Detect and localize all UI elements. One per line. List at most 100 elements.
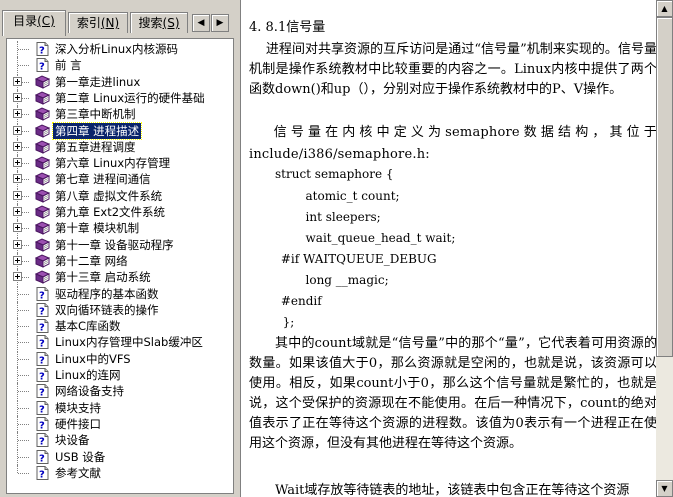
tree-item[interactable]: 第二章 Linux运行的硬件基础 xyxy=(7,89,233,106)
expand-plus-icon[interactable] xyxy=(13,125,22,135)
help-page-icon: ? xyxy=(35,449,50,464)
tree-item[interactable]: ? 前 言 xyxy=(7,57,233,74)
tree-item[interactable]: ? 双向循环链表的操作 xyxy=(7,301,233,318)
tree-item[interactable]: 第十章 模块机制 xyxy=(7,220,233,237)
scroll-up-button[interactable]: ▲ xyxy=(656,0,673,17)
book-icon xyxy=(35,238,50,252)
svg-text:?: ? xyxy=(39,306,45,317)
expand-plus-icon[interactable] xyxy=(13,92,22,102)
tree-item-label: 第十章 模块机制 xyxy=(55,221,140,236)
help-page-icon: ? xyxy=(35,42,50,56)
svg-text:?: ? xyxy=(39,420,45,431)
svg-text:?: ? xyxy=(39,453,45,464)
paragraph-count: 其中的count域就是“信号量”中的那个“量”，它代表着可用资源的数量。如果该值… xyxy=(249,336,657,451)
help-page-icon: ? xyxy=(35,351,50,366)
tab-scroll-right-button[interactable]: ▶ xyxy=(211,14,229,32)
tree-item[interactable]: 第八章 虚拟文件系统 xyxy=(7,187,233,204)
tree-item-label: 第九章 Ext2文件系统 xyxy=(55,205,166,219)
expand-plus-icon[interactable] xyxy=(13,190,22,200)
expand-plus-icon[interactable] xyxy=(13,255,22,265)
help-page-icon: ? xyxy=(35,400,50,415)
expand-plus-icon[interactable] xyxy=(13,223,22,233)
contents-tree[interactable]: ? 深入分析Linux内核源码? 前 言第一章走进linux 第二章 Linux运行的… xyxy=(6,38,234,494)
tab-search[interactable]: 搜索(S) xyxy=(130,12,188,33)
book-icon xyxy=(35,270,50,284)
tree-item[interactable]: ? 模块支持 xyxy=(7,399,233,416)
chevron-left-icon: ◀ xyxy=(197,18,205,28)
tab-contents[interactable]: 目录(C) xyxy=(2,10,66,36)
tree-item[interactable]: ? Linux中的VFS xyxy=(7,350,233,367)
tree-item[interactable]: ? 网络设备支持 xyxy=(7,383,233,400)
tree-item[interactable]: 第七章 进程间通信 xyxy=(7,171,233,188)
scroll-down-button[interactable]: ▼ xyxy=(656,480,673,497)
help-page-icon: ? xyxy=(35,58,50,73)
tree-item[interactable]: ? Linux的连网 xyxy=(7,367,233,383)
paragraph-wait: Wait域存放等待链表的地址，该链表中包含正在等待这个资源 xyxy=(275,483,630,497)
tree-item[interactable]: 第十一章 设备驱动程序 xyxy=(7,236,233,253)
tree-item[interactable]: 第五章进程调度 xyxy=(7,138,233,155)
tree-item-label: 双向循环链表的操作 xyxy=(55,302,159,317)
tree-item[interactable]: ? 基本C库函数 xyxy=(7,318,233,335)
tree-item-label: 网络设备支持 xyxy=(55,384,124,399)
tree-item[interactable]: 第一章走进linux xyxy=(7,73,233,90)
code-line-7: #endif xyxy=(277,294,322,308)
tree-item[interactable]: ? USB 设备 xyxy=(7,448,233,465)
tab-index[interactable]: 索引(N) xyxy=(68,12,128,33)
book-icon xyxy=(35,140,50,154)
tree-item[interactable]: 第三章中断机制 xyxy=(7,106,233,123)
expand-plus-icon[interactable] xyxy=(13,174,22,184)
tree-item-label: 第五章进程调度 xyxy=(55,139,136,154)
book-icon xyxy=(35,91,50,105)
tab-scroll-buttons: ◀ ▶ xyxy=(192,14,230,32)
expand-plus-icon[interactable] xyxy=(13,76,22,86)
tree-item-label: 第十三章 启动系统 xyxy=(55,270,151,285)
expand-plus-icon[interactable] xyxy=(13,207,22,216)
arrow-up-icon: ▲ xyxy=(661,4,668,13)
tree-item[interactable]: ? 硬件接口 xyxy=(7,415,233,432)
tree-item[interactable]: 第十二章 网络 xyxy=(7,252,233,269)
tree-guide-line xyxy=(17,464,19,473)
tab-scroll-left-button[interactable]: ◀ xyxy=(192,14,210,32)
tree-guide-line xyxy=(18,326,29,328)
tree-item-label: 第三章中断机制 xyxy=(55,107,136,122)
tree-guide-line xyxy=(18,342,29,344)
tree-item[interactable]: 第四章 进程描述 xyxy=(7,121,233,140)
tree-item-label: 第十二章 网络 xyxy=(55,253,128,268)
tab-strip: 目录(C) 索引(N) 搜索(S) ◀ ▶ xyxy=(2,10,234,36)
tree-guide-line xyxy=(18,440,29,442)
tab-index-label: 索引 xyxy=(76,16,101,30)
tree-item-label: 深入分析Linux内核源码 xyxy=(55,42,178,56)
tree-item[interactable]: 第十三章 启动系统 xyxy=(7,269,233,286)
tree-item[interactable]: ? 驱动程序的基本函数 xyxy=(7,285,233,302)
tree-item[interactable]: ? 块设备 xyxy=(7,432,233,449)
tree-item-label: 第八章 虚拟文件系统 xyxy=(55,188,163,203)
expand-plus-icon[interactable] xyxy=(13,141,22,151)
book-icon xyxy=(35,205,50,219)
help-page-icon: ? xyxy=(35,416,50,431)
expand-plus-icon[interactable] xyxy=(13,272,22,282)
tree-item-label: Linux中的VFS xyxy=(55,351,131,366)
expand-plus-icon[interactable] xyxy=(13,109,22,119)
tree-item-label: 块设备 xyxy=(55,433,90,448)
expand-plus-icon[interactable] xyxy=(13,239,22,249)
expand-plus-icon[interactable] xyxy=(13,158,22,168)
help-page-icon: ? xyxy=(35,302,50,317)
code-line-2: atomic_t count; xyxy=(275,189,400,203)
tree-item[interactable]: 第九章 Ext2文件系统 xyxy=(7,204,233,220)
tree-item-label: Linux的连网 xyxy=(55,368,121,382)
help-page-icon: ? xyxy=(35,368,50,382)
tree-item[interactable]: ? 深入分析Linux内核源码 xyxy=(7,41,233,57)
vertical-scrollbar[interactable]: ▲ ▼ xyxy=(656,0,673,497)
scroll-thumb[interactable] xyxy=(656,17,673,357)
book-icon xyxy=(35,221,50,236)
tree-item-label: 参考文献 xyxy=(55,465,101,480)
tree-item-label: 第六章 Linux内存管理 xyxy=(55,156,171,171)
tree-item[interactable]: 第六章 Linux内存管理 xyxy=(7,155,233,172)
tree-guide-line xyxy=(18,65,29,67)
code-line-8: }; xyxy=(275,315,295,329)
tree-item[interactable]: ? 参考文献 xyxy=(7,464,233,481)
tree-item-label: 硬件接口 xyxy=(55,416,101,431)
code-line-5: #if WAITQUEUE_DEBUG xyxy=(277,252,437,266)
tree-item-label: 第十一章 设备驱动程序 xyxy=(55,237,174,252)
tree-item[interactable]: ? Linux内存管理中Slab缓冲区 xyxy=(7,334,233,351)
